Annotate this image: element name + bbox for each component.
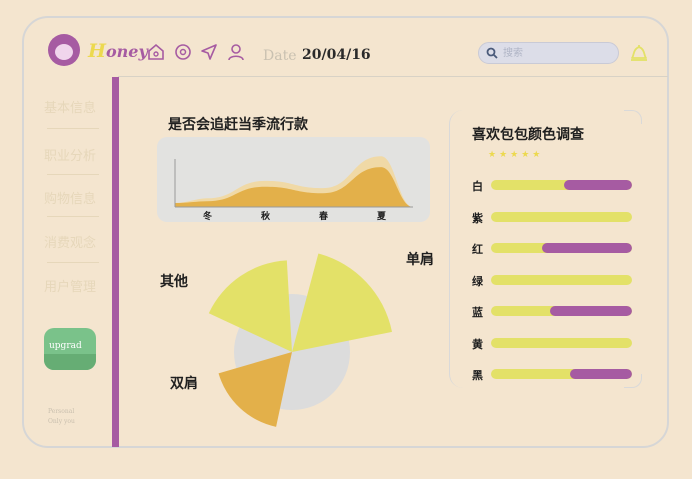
color-bar-fill (550, 306, 632, 316)
sidebar-divider (47, 216, 99, 217)
color-bar-track (491, 369, 632, 379)
color-bar-label: 绿 (472, 274, 483, 288)
search-box[interactable] (478, 42, 619, 64)
color-bar-fill (569, 369, 632, 379)
color-bar-track (491, 243, 632, 253)
brand-logo: Honey (88, 40, 148, 62)
search-input[interactable] (503, 45, 603, 61)
trend-x-tick-label: 夏 (377, 212, 387, 222)
send-icon[interactable] (199, 42, 219, 62)
rating-stars: ★★★★★ (488, 150, 544, 160)
color-bar-label: 红 (472, 243, 483, 256)
color-bar-label: 黑 (472, 369, 483, 382)
footnote-line: Only you (48, 418, 75, 425)
upgrade-wave (44, 354, 96, 370)
avatar-face (55, 44, 73, 60)
trend-title: 是否会追赶当季流行款 (168, 117, 308, 133)
pie-label-backpack: 双肩 (170, 376, 198, 392)
sidebar-item-career[interactable]: 职业分析 (44, 145, 106, 164)
sidebar-item-shopping[interactable]: 购物信息 (44, 188, 106, 207)
color-bar-label: 黄 (472, 337, 483, 351)
pie-slice (292, 253, 393, 352)
upgrade-button[interactable]: upgrad (44, 328, 96, 370)
sidebar-divider (47, 174, 99, 175)
header-divider (118, 76, 668, 77)
bell-icon[interactable] (628, 42, 650, 64)
pie-label-other: 其他 (160, 274, 188, 290)
user-icon[interactable] (226, 42, 246, 62)
footnote-line: Personal (48, 408, 75, 415)
avatar[interactable] (48, 34, 80, 66)
bag-type-chart (208, 253, 393, 427)
date-label: Date (263, 48, 297, 64)
trend-x-tick-label: 冬 (203, 212, 213, 222)
brand-rest: oney (105, 42, 148, 61)
pie-slice (218, 352, 292, 427)
color-bar-fill (564, 180, 632, 190)
color-bar-track (491, 337, 632, 348)
target-icon[interactable] (173, 42, 193, 62)
pie-label-single-shoulder: 单肩 (406, 252, 434, 268)
color-bar-track (491, 306, 632, 316)
color-bar-track (491, 180, 632, 190)
upgrade-label: upgrad (49, 341, 82, 351)
search-icon[interactable] (486, 47, 498, 59)
brand-initial: H (88, 40, 106, 62)
sidebar-item-consumption[interactable]: 消费观念 (44, 232, 106, 251)
sidebar-divider (47, 262, 99, 263)
color-bar-track (491, 211, 632, 222)
home-icon[interactable] (146, 42, 166, 62)
date-value: 20/04/16 (302, 47, 371, 63)
trend-x-tick-label: 春 (319, 212, 329, 222)
sidebar-item-basic-info[interactable]: 基本信息 (44, 97, 106, 116)
trend-x-tick-label: 秋 (261, 212, 271, 222)
sidebar-item-users[interactable]: 用户管理 (44, 276, 106, 295)
color-bar-track (491, 274, 632, 285)
color-bar-label: 白 (472, 180, 483, 193)
color-bar-fill (541, 243, 632, 253)
trend-area-chart (174, 156, 413, 208)
color-bar-label: 蓝 (472, 306, 483, 319)
color-survey-title: 喜欢包包颜色调查 (472, 127, 584, 143)
color-bar-label: 紫 (472, 211, 483, 225)
sidebar-divider (47, 128, 99, 129)
sidebar-accent-bar (112, 77, 119, 447)
